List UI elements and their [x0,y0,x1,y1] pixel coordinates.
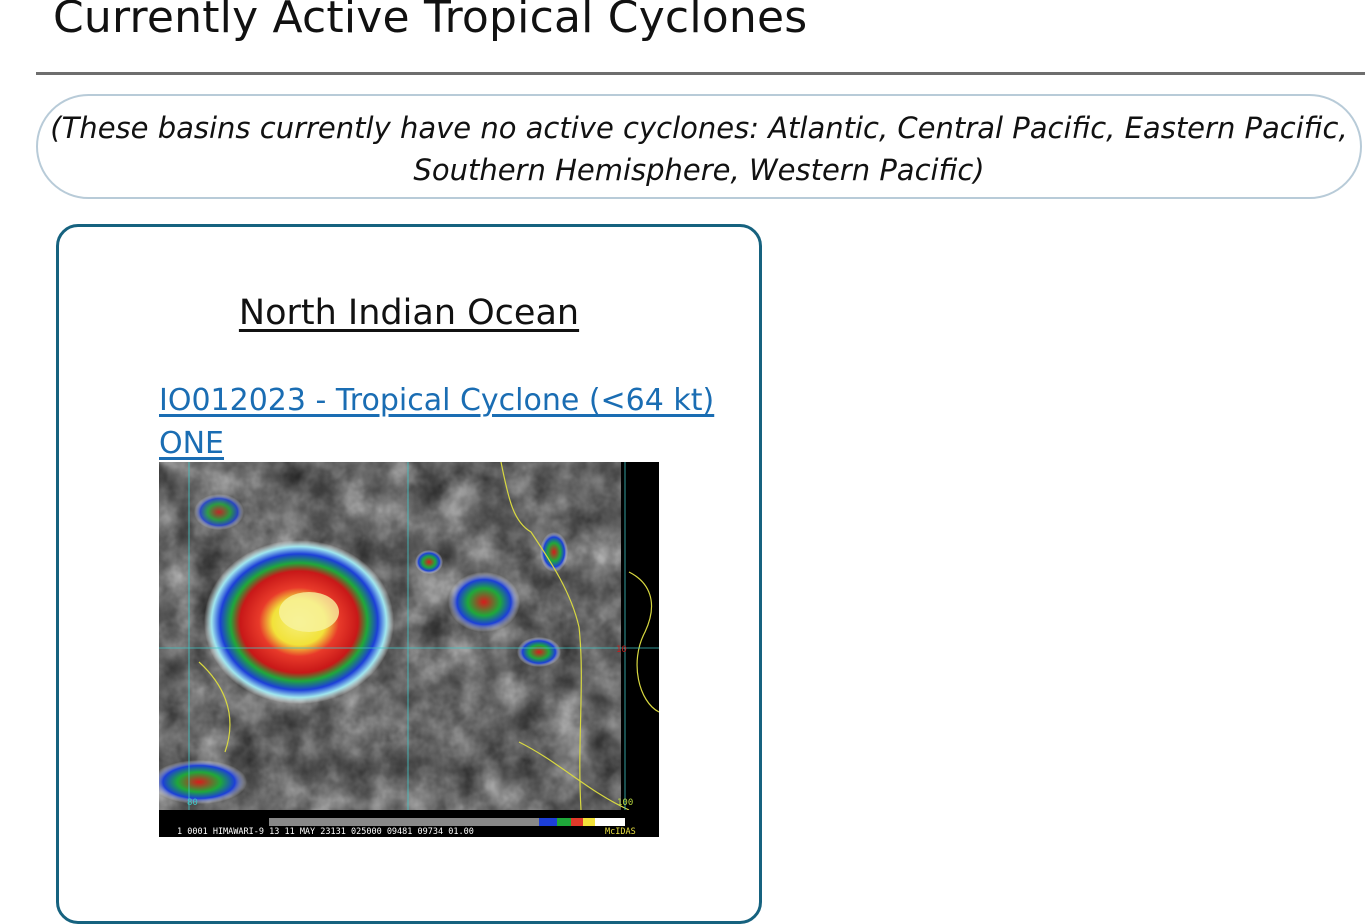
convective-cell [448,572,520,632]
basin-card-north-indian-ocean: North Indian Ocean IO012023 - Tropical C… [56,224,762,924]
page-title: Currently Active Tropical Cyclones [53,0,808,43]
storm-link-line1: IO012023 - Tropical Cyclone (<64 kt) [159,383,715,418]
storm-link-io012023[interactable]: IO012023 - Tropical Cyclone (<64 kt) ONE [159,379,719,465]
lat-marker: 10 [616,645,627,655]
basin-title: North Indian Ocean [238,293,580,333]
storm-eye [279,592,339,632]
color-scale [557,818,571,826]
satellite-image[interactable]: 10 80 100 1 0001 HIMAWARI-9 13 11 MAY 23… [159,462,659,837]
convective-cell [415,550,443,574]
lon-left-marker: 80 [187,798,198,808]
image-caption: 1 0001 HIMAWARI-9 13 11 MAY 23131 025000… [177,827,474,837]
lon-right-marker: 100 [617,798,633,808]
storm-link-line2: ONE [159,426,225,461]
color-scale [595,818,625,826]
color-scale [571,818,583,826]
title-divider [36,72,1365,75]
color-scale [539,818,557,826]
convective-cell [194,494,244,530]
color-scale-gray [269,818,539,826]
convective-cell [517,637,561,667]
inactive-basins-notice: (These basins currently have no active c… [36,94,1362,199]
mcidas-logo: McIDAS [605,827,636,837]
color-scale [583,818,595,826]
